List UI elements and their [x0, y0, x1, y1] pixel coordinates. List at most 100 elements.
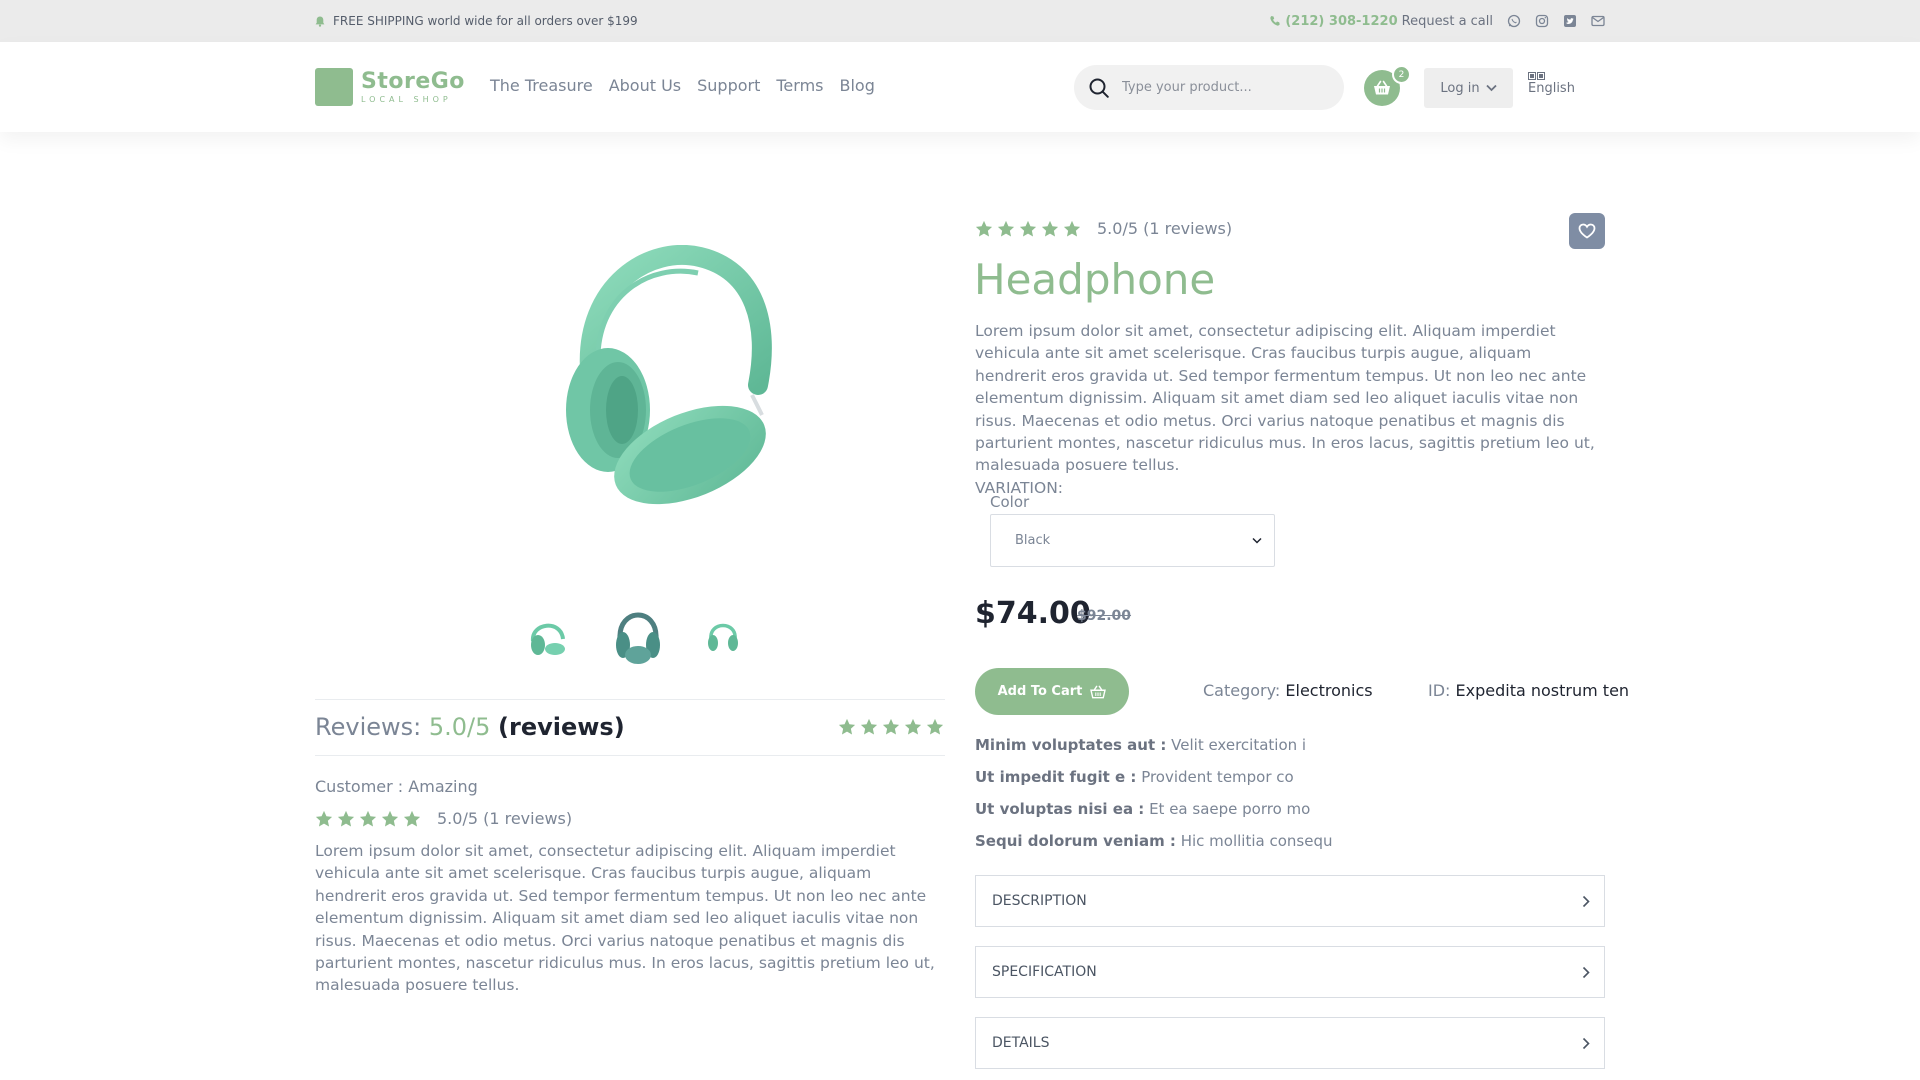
- phone-number: (212) 308-1220: [1285, 13, 1398, 29]
- nav-blog[interactable]: Blog: [840, 76, 875, 95]
- mail-icon[interactable]: [1591, 14, 1605, 28]
- star-icon: [381, 810, 399, 827]
- basket-icon: [1374, 80, 1390, 95]
- color-select-value: Black: [1015, 533, 1051, 548]
- top-announcement-bar: FREE SHIPPING world wide for all orders …: [0, 0, 1920, 42]
- product-attribute: Ut voluptas nisi ea : Et ea saepe porro …: [975, 800, 1310, 818]
- star-icon: [337, 810, 355, 827]
- star-icon: [403, 810, 421, 827]
- thumbnail-1[interactable]: [525, 615, 569, 659]
- chevron-down-icon: [1485, 84, 1497, 92]
- logo-name: StoreGo: [361, 68, 465, 94]
- nav-about-us[interactable]: About Us: [609, 76, 681, 95]
- heart-icon: [1578, 223, 1596, 239]
- divider: [315, 755, 945, 756]
- add-to-cart-button[interactable]: Add To Cart: [975, 668, 1129, 715]
- star-icon: [926, 718, 944, 735]
- star-icon: [1019, 220, 1037, 237]
- review-rating-text: 5.0/5 (1 reviews): [437, 809, 573, 828]
- instagram-icon[interactable]: [1535, 14, 1549, 28]
- category-label: Category:: [1203, 681, 1281, 700]
- color-select[interactable]: Black: [990, 514, 1275, 567]
- star-icon: [882, 718, 900, 735]
- chevron-right-icon: [1582, 966, 1590, 978]
- star-icon: [1041, 220, 1059, 237]
- star-icon: [1063, 220, 1081, 237]
- id-label: ID:: [1428, 681, 1451, 700]
- search-icon[interactable]: [1088, 77, 1110, 99]
- reviews-heading-suffix: (reviews): [498, 713, 625, 741]
- product-id: ID: Expedita nostrum ten: [1428, 681, 1629, 700]
- category-value[interactable]: Electronics: [1285, 681, 1372, 700]
- language-label: English: [1528, 81, 1575, 96]
- phone-link[interactable]: (212) 308-1220 Request a call: [1269, 14, 1493, 29]
- product-price: $74.00: [975, 596, 1091, 631]
- star-icon: [904, 718, 922, 735]
- login-dropdown[interactable]: Log in: [1424, 68, 1513, 108]
- star-icon: [838, 718, 856, 735]
- search-box: [1074, 65, 1344, 110]
- accordion-description[interactable]: DESCRIPTION: [975, 875, 1605, 927]
- product-attribute: Sequi dolorum veniam : Hic mollitia cons…: [975, 832, 1332, 850]
- star-icon: [860, 718, 878, 735]
- product-description-text: Lorem ipsum dolor sit amet, consectetur …: [975, 322, 1595, 475]
- product-attribute: Minim voluptates aut : Velit exercitatio…: [975, 736, 1306, 754]
- product-thumbnails: [520, 605, 750, 665]
- wishlist-button[interactable]: [1569, 213, 1605, 249]
- product-category: Category: Electronics: [1203, 681, 1373, 700]
- reviews-heading-stars: [838, 718, 944, 736]
- attribute-key: Ut impedit fugit e :: [975, 768, 1137, 786]
- product-title: Headphone: [974, 255, 1216, 304]
- logo-mark: [315, 68, 353, 106]
- color-label: Color: [990, 493, 1030, 511]
- variation-label: VARIATION:: [975, 478, 1064, 497]
- nav-the-treasure[interactable]: The Treasure: [490, 76, 593, 95]
- star-icon: [315, 810, 333, 827]
- star-icon: [975, 220, 993, 237]
- logo-tagline: LOCAL SHOP: [361, 94, 452, 104]
- flag-icon: [1528, 72, 1545, 80]
- reviews-heading-label: Reviews:: [315, 713, 422, 741]
- product-main-image[interactable]: [540, 245, 790, 505]
- language-selector[interactable]: English: [1528, 72, 1575, 96]
- store-logo[interactable]: StoreGo LOCAL SHOP: [315, 68, 465, 106]
- chevron-right-icon: [1582, 895, 1590, 907]
- thumbnail-2[interactable]: [612, 605, 664, 665]
- request-call-link[interactable]: Request a call: [1402, 14, 1493, 29]
- chevron-right-icon: [1582, 1037, 1590, 1049]
- thumbnail-3[interactable]: [705, 617, 741, 657]
- nav-terms[interactable]: Terms: [776, 76, 823, 95]
- bell-icon: [315, 16, 325, 27]
- contact-bar: (212) 308-1220 Request a call: [1269, 14, 1605, 29]
- divider: [315, 699, 945, 700]
- id-value: Expedita nostrum ten: [1455, 681, 1630, 700]
- accordion-details[interactable]: DETAILS: [975, 1017, 1605, 1069]
- attribute-key: Ut voluptas nisi ea :: [975, 800, 1145, 818]
- accordion-label: DETAILS: [992, 1035, 1050, 1051]
- main-nav: The Treasure About Us Support Terms Blog: [490, 76, 875, 95]
- product-rating-text: 5.0/5 (1 reviews): [1097, 219, 1233, 238]
- reviews-heading-score: 5.0/5: [428, 713, 491, 741]
- shipping-notice: FREE SHIPPING world wide for all orders …: [315, 14, 638, 28]
- review-customer: Customer : Amazing: [315, 777, 478, 796]
- login-label: Log in: [1440, 80, 1480, 96]
- attribute-value: Velit exercitation i: [1171, 736, 1307, 754]
- accordion-label: SPECIFICATION: [992, 964, 1097, 980]
- product-old-price: $92.00: [1077, 608, 1132, 624]
- whatsapp-icon[interactable]: [1507, 14, 1521, 28]
- star-icon: [359, 810, 377, 827]
- attribute-key: Minim voluptates aut :: [975, 736, 1167, 754]
- review-stars: [315, 810, 421, 828]
- site-header: StoreGo LOCAL SHOP The Treasure About Us…: [0, 42, 1920, 132]
- add-to-cart-label: Add To Cart: [997, 684, 1083, 699]
- nav-support[interactable]: Support: [697, 76, 760, 95]
- accordion-specification[interactable]: SPECIFICATION: [975, 946, 1605, 998]
- twitter-icon[interactable]: [1563, 14, 1577, 28]
- star-icon: [997, 220, 1015, 237]
- search-input[interactable]: [1122, 80, 1322, 95]
- customer-label: Customer :: [315, 777, 404, 796]
- product-description: Lorem ipsum dolor sit amet, consectetur …: [975, 320, 1607, 499]
- product-rating-stars: [975, 220, 1081, 238]
- basket-icon: [1090, 685, 1107, 698]
- reviews-heading: Reviews: 5.0/5 (reviews): [315, 713, 625, 741]
